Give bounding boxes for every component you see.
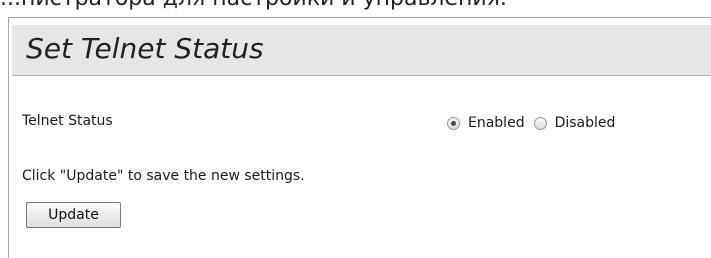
telnet-disabled-radio[interactable] [533, 116, 547, 130]
panel-title-bar: Set Telnet Status [12, 25, 711, 76]
panel-title: Set Telnet Status [26, 32, 264, 65]
telnet-status-radio-group: Enabled Disabled [447, 111, 624, 135]
save-hint-text: Click "Update" to save the new settings. [22, 168, 305, 184]
telnet-enabled-label[interactable]: Enabled [468, 115, 525, 131]
telnet-disabled-label[interactable]: Disabled [555, 115, 616, 131]
page-header-text: ...нистратора для настройки и управления… [0, 0, 507, 12]
telnet-enabled-radio[interactable] [447, 116, 460, 130]
update-button[interactable]: Update [26, 202, 121, 228]
telnet-status-label: Telnet Status [22, 113, 113, 129]
